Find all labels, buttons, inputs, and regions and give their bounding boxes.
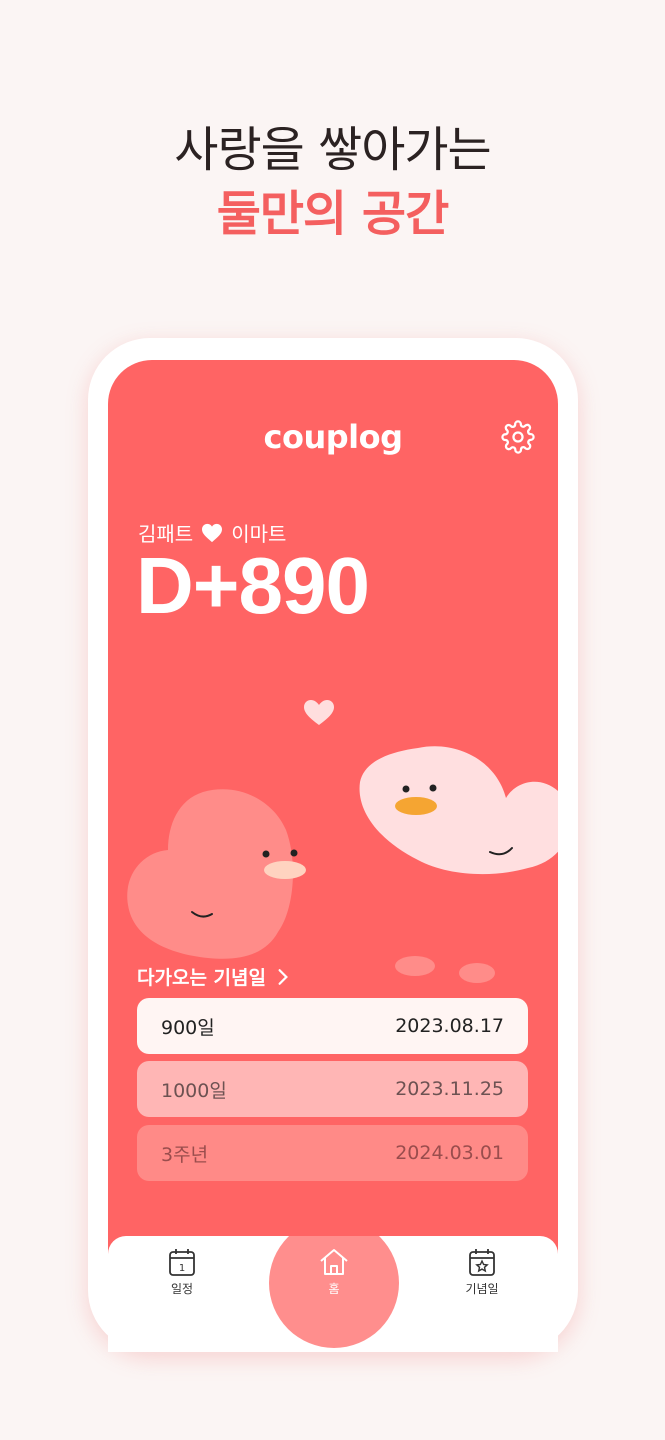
gear-icon[interactable] bbox=[501, 420, 535, 454]
anniversary-date: 2023.08.17 bbox=[395, 1015, 504, 1037]
promo-headline: 사랑을 쌓아가는 둘만의 공간 bbox=[0, 118, 665, 246]
headline-line-1: 사랑을 쌓아가는 bbox=[174, 122, 491, 178]
anniversary-item[interactable]: 1000일 2023.11.25 bbox=[137, 1061, 528, 1117]
dday-counter: D+890 bbox=[136, 541, 370, 630]
anniversary-label: 900일 bbox=[161, 1016, 215, 1039]
calendar-icon: 1 bbox=[169, 1249, 195, 1276]
anniversary-label: 3주년 bbox=[161, 1143, 209, 1166]
chevron-right-icon bbox=[278, 968, 288, 985]
couple-illustration bbox=[127, 700, 558, 983]
upcoming-title: 다가오는 기념일 bbox=[137, 967, 266, 989]
tab-home[interactable]: 홈 bbox=[269, 1246, 399, 1297]
anniversary-item[interactable]: 900일 2023.08.17 bbox=[137, 998, 528, 1054]
tab-label: 홈 bbox=[328, 1282, 340, 1296]
upcoming-anniversaries-link[interactable]: 다가오는 기념일 bbox=[137, 963, 290, 990]
tab-label: 기념일 bbox=[465, 1282, 499, 1296]
tab-anniversaries[interactable]: 기념일 bbox=[442, 1246, 522, 1297]
bottom-tab-bar: 1 일정 홈 기념일 bbox=[108, 1236, 558, 1352]
calendar-star-icon bbox=[469, 1249, 495, 1276]
home-icon bbox=[320, 1249, 348, 1275]
app-logo: couplog bbox=[263, 418, 404, 456]
tab-schedule[interactable]: 1 일정 bbox=[142, 1246, 222, 1297]
phone-frame: couplog 김패트 이마트 D+890 다가오는 기념일 900일 2023… bbox=[88, 338, 578, 1352]
anniversary-item[interactable]: 3주년 2024.03.01 bbox=[137, 1125, 528, 1181]
anniversary-date: 2024.03.01 bbox=[395, 1142, 504, 1164]
tab-label: 일정 bbox=[170, 1282, 194, 1296]
floating-heart-icon bbox=[304, 700, 334, 725]
headline-line-2: 둘만의 공간 bbox=[216, 186, 450, 242]
anniversary-label: 1000일 bbox=[161, 1079, 227, 1102]
svg-text:1: 1 bbox=[179, 1263, 185, 1274]
anniversary-date: 2023.11.25 bbox=[395, 1078, 504, 1100]
app-screen: couplog 김패트 이마트 D+890 다가오는 기념일 900일 2023… bbox=[108, 360, 558, 1332]
